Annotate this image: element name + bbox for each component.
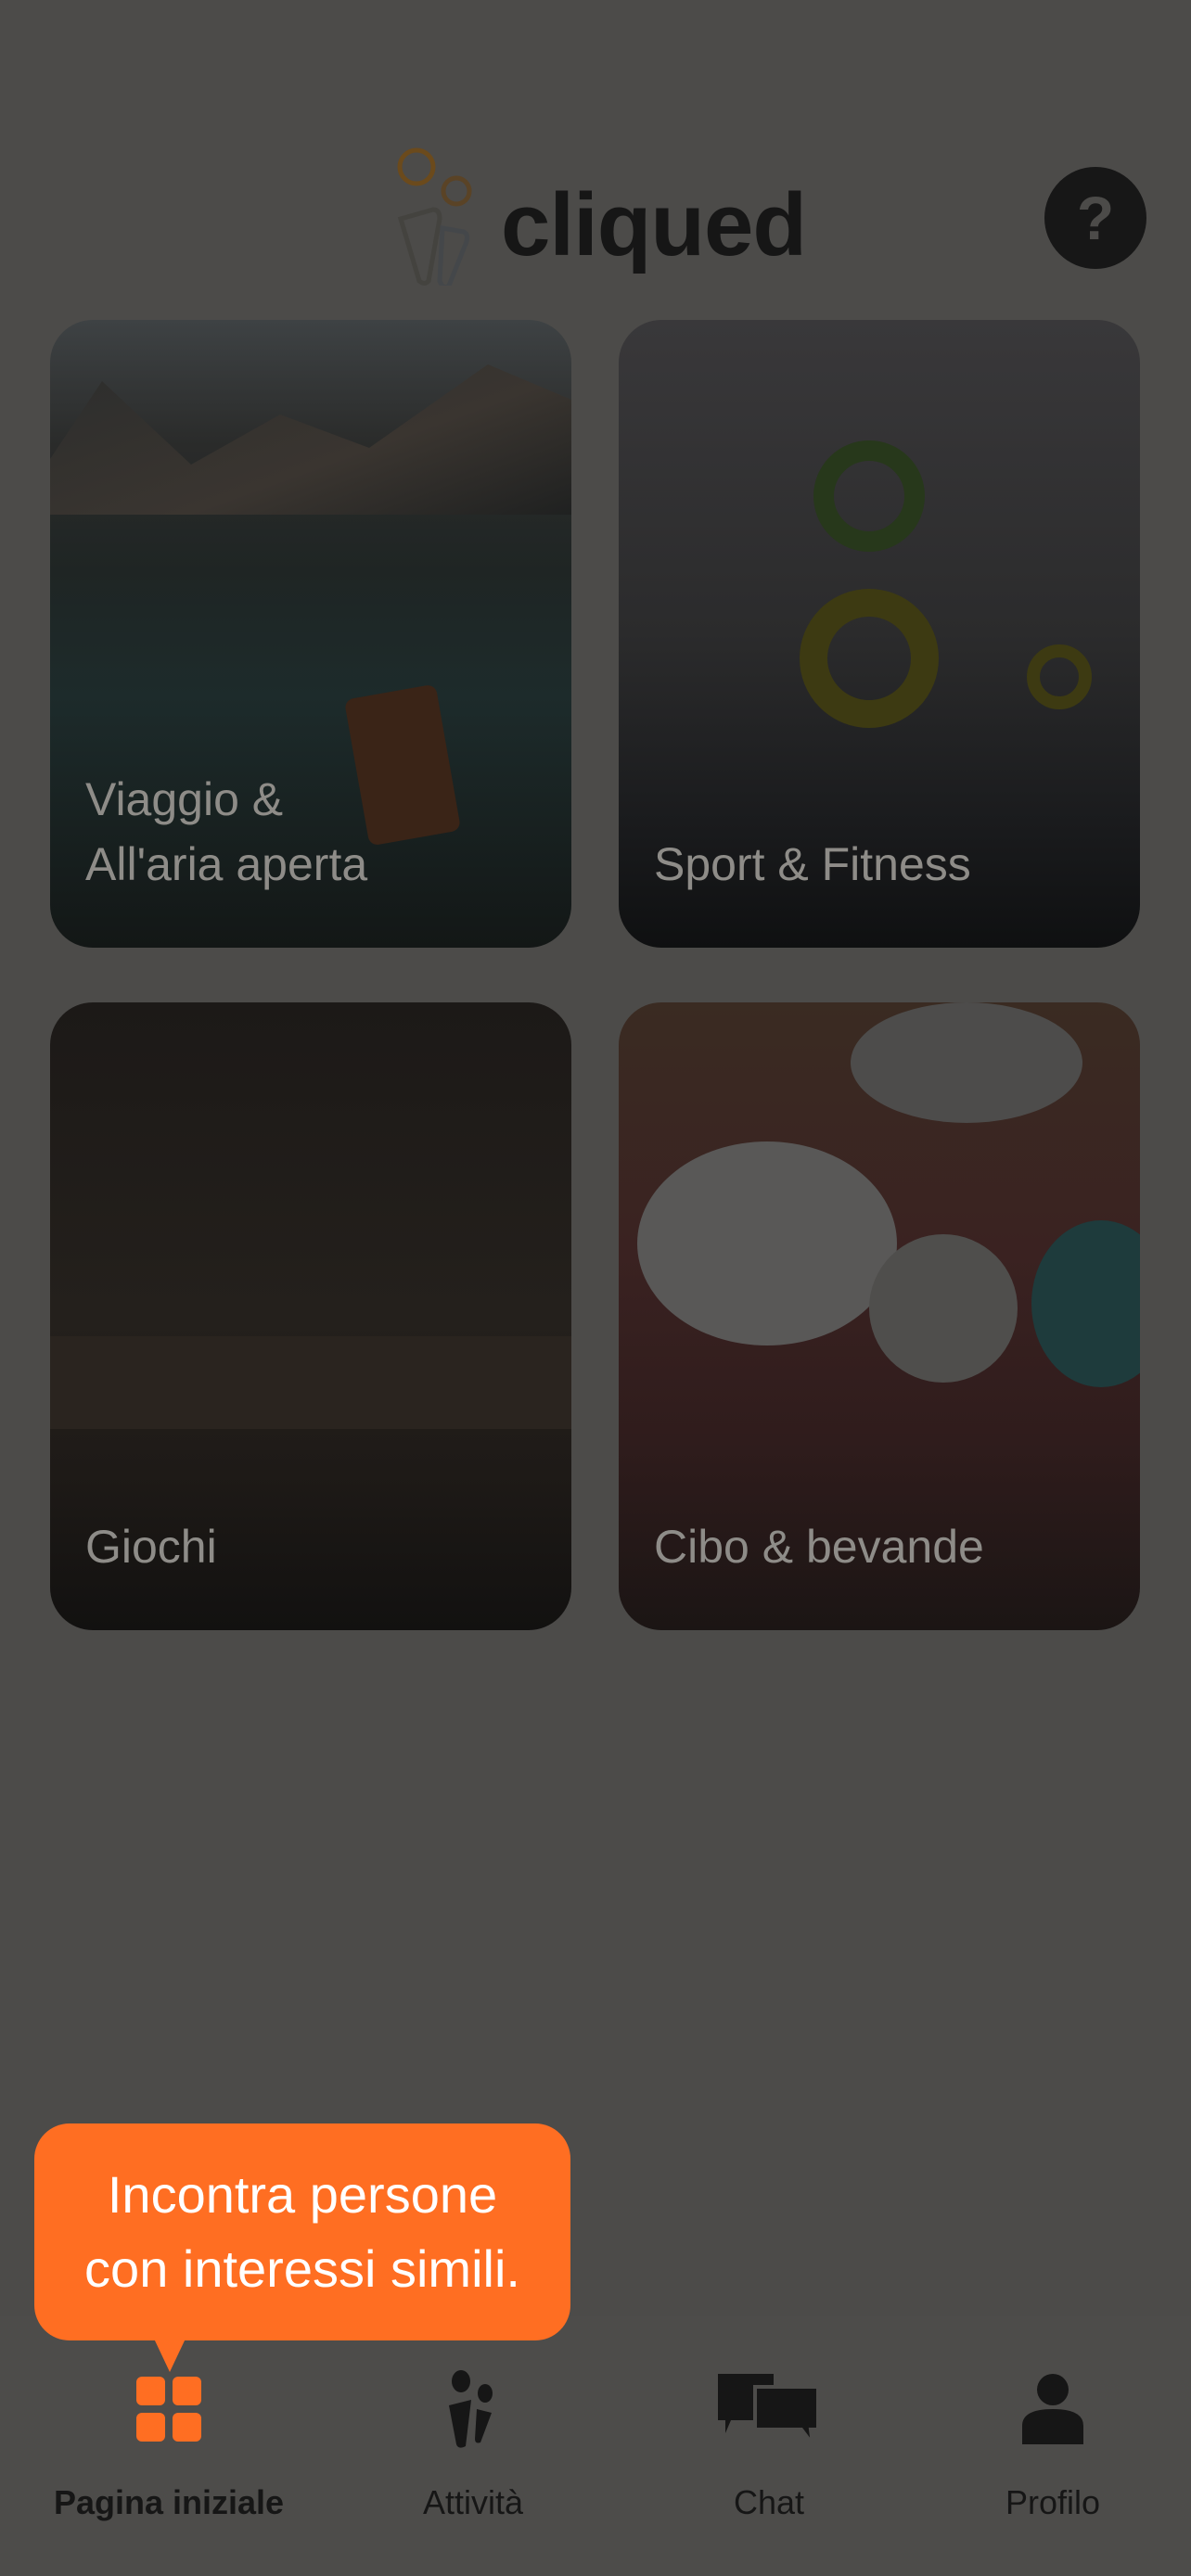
nav-item-home[interactable]: Pagina iniziale	[30, 2372, 308, 2522]
chat-bubbles-icon	[630, 2372, 908, 2446]
nav-label: Pagina iniziale	[53, 2483, 285, 2521]
nav-item-chat[interactable]: Chat	[630, 2372, 908, 2522]
logo-icon	[397, 147, 472, 290]
nav-item-activities[interactable]: Attività	[334, 2370, 612, 2522]
category-card-sport[interactable]: Sport & Fitness	[619, 320, 1140, 948]
nav-item-profile[interactable]: Profilo	[914, 2372, 1191, 2522]
category-card-games[interactable]: Giochi	[50, 1002, 571, 1630]
category-label: Viaggio & All'aria aperta	[85, 773, 368, 890]
onboarding-tooltip[interactable]: Incontra persone con interessi simili.	[34, 2123, 570, 2340]
nav-label: Chat	[733, 2483, 805, 2521]
category-label: Cibo & bevande	[654, 1521, 984, 1573]
question-mark-icon: ?	[1076, 184, 1115, 252]
logo-text: cliqued	[501, 175, 807, 274]
nav-label: Profilo	[1005, 2483, 1101, 2521]
grid-icon	[30, 2372, 308, 2446]
tooltip-arrow	[154, 2339, 186, 2372]
app-logo: cliqued	[391, 147, 818, 290]
help-button[interactable]: ?	[1044, 167, 1146, 269]
person-icon	[914, 2372, 1191, 2446]
category-card-food[interactable]: Cibo & bevande	[619, 1002, 1140, 1630]
nav-label: Attività	[422, 2483, 524, 2521]
people-icon	[334, 2370, 612, 2448]
category-label: Sport & Fitness	[654, 838, 971, 890]
category-label: Giochi	[85, 1521, 217, 1573]
category-card-travel[interactable]: Viaggio & All'aria aperta	[50, 320, 571, 948]
